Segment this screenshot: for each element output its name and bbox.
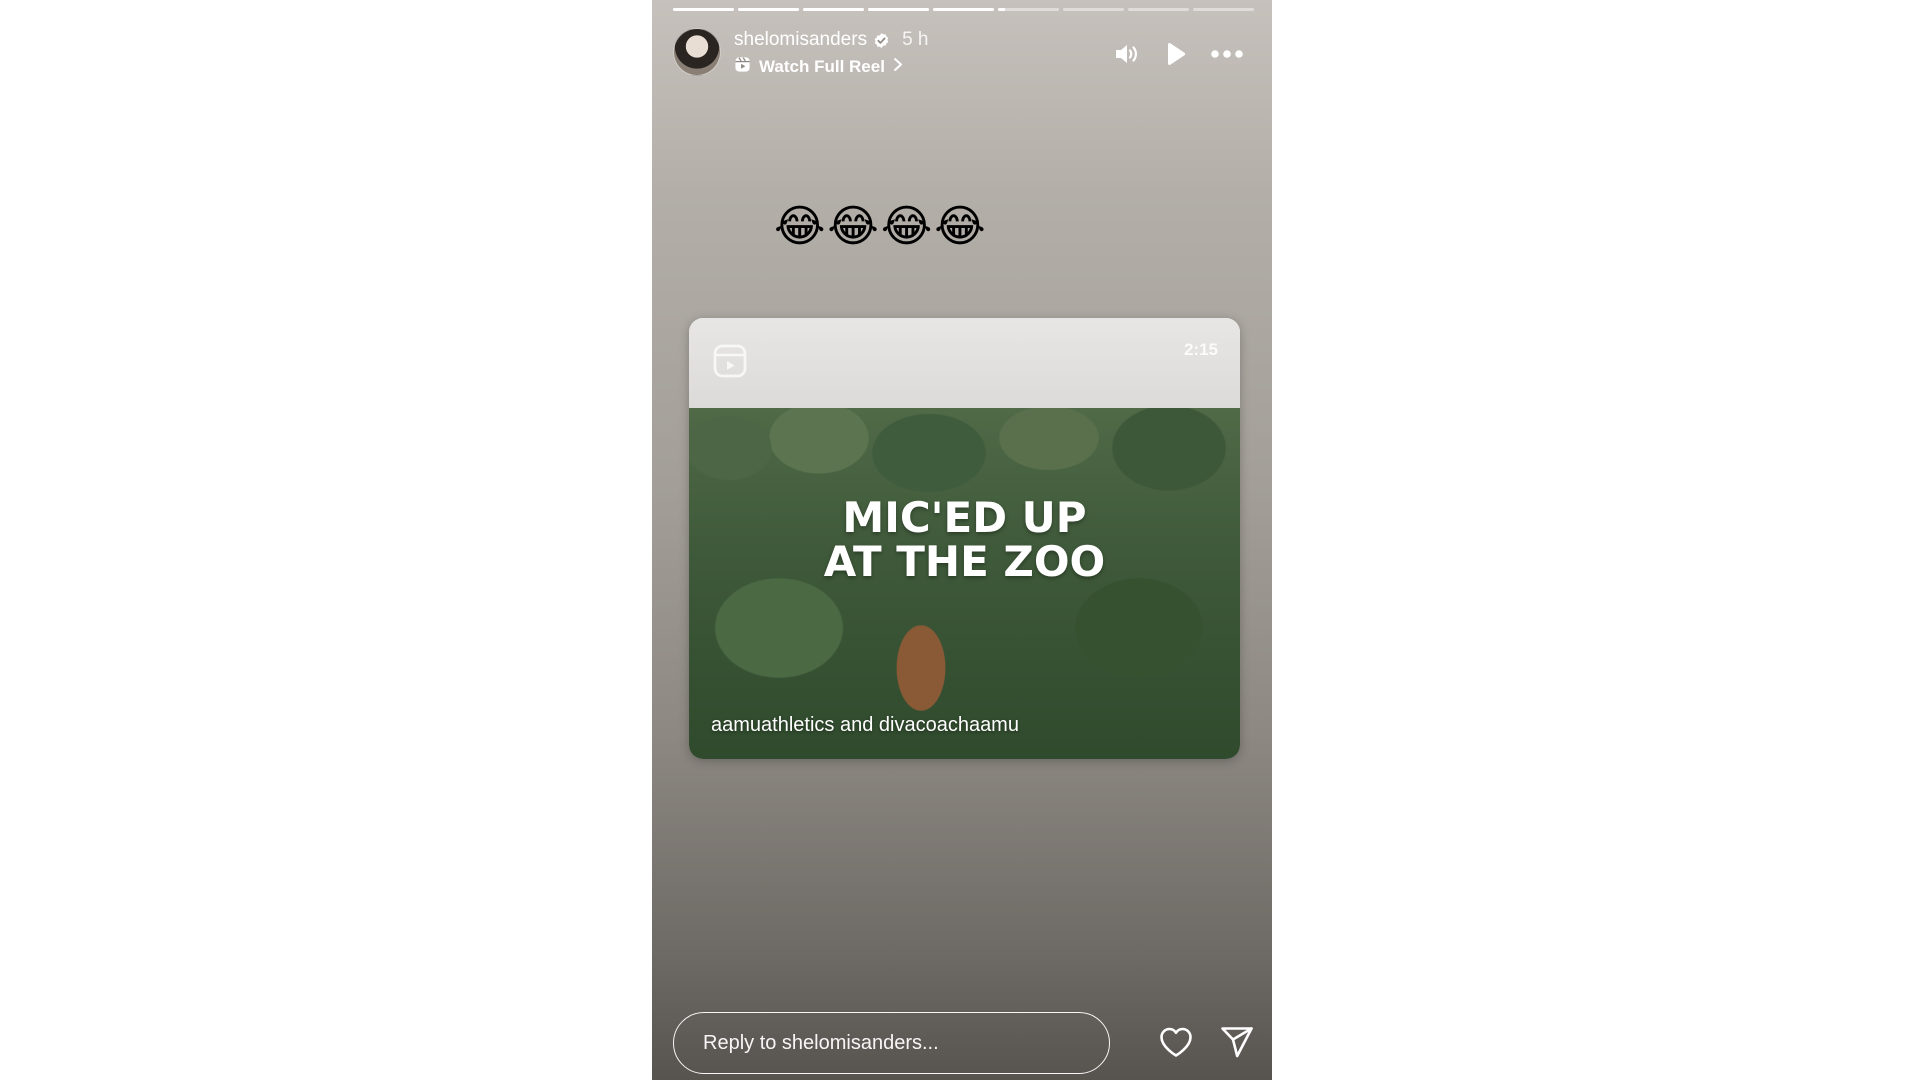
speaker-icon[interactable]	[1112, 40, 1140, 68]
reply-bar	[673, 1012, 1254, 1076]
username[interactable]: shelomisanders	[734, 29, 867, 51]
more-icon[interactable]	[1210, 49, 1244, 59]
story-progress-fill	[803, 8, 864, 11]
story-progress-segment	[933, 8, 994, 11]
reel-title: MIC'ED UP AT THE ZOO	[823, 493, 1106, 586]
username-row: shelomisanders 5 h	[734, 29, 929, 51]
reel-caption: aamuathletics and divacoachaamu	[711, 714, 1019, 736]
verified-badge-icon	[873, 32, 890, 49]
story-progress-bar	[673, 8, 1254, 11]
story-progress-segment	[868, 8, 929, 11]
story-progress-segment	[738, 8, 799, 11]
send-icon[interactable]	[1220, 1026, 1254, 1058]
avatar[interactable]	[673, 28, 721, 76]
story-progress-segment	[1063, 8, 1124, 11]
reply-actions	[1158, 1026, 1254, 1058]
heart-icon[interactable]	[1158, 1026, 1194, 1058]
reels-icon	[712, 343, 748, 379]
post-time: 5 h	[902, 29, 929, 50]
reply-input[interactable]	[673, 1012, 1110, 1074]
reel-duration: 2:15	[1183, 340, 1218, 359]
chevron-right-icon	[893, 57, 903, 77]
reel-share-card[interactable]: 2:15 MIC'ED UP AT THE ZOO aamuathletics …	[689, 318, 1240, 759]
story-progress-segment	[1128, 8, 1189, 11]
reels-icon	[734, 56, 751, 78]
emoji-sticker: 😂😂😂😂	[774, 202, 988, 251]
story-progress-fill	[868, 8, 929, 11]
story-progress-fill	[673, 8, 734, 11]
story-progress-segment	[1193, 8, 1254, 11]
play-icon[interactable]	[1162, 41, 1188, 67]
story-progress-fill	[738, 8, 799, 11]
story-header: shelomisanders 5 h Watch Full Reel	[673, 28, 1254, 80]
watch-full-reel-link[interactable]: Watch Full Reel	[734, 56, 903, 78]
story-controls	[1112, 40, 1244, 68]
story-progress-segment	[803, 8, 864, 11]
story-progress-fill	[933, 8, 994, 11]
story-viewer: shelomisanders 5 h Watch Full Reel 😂😂😂😂 …	[652, 0, 1272, 1080]
story-progress-fill	[998, 8, 1006, 11]
story-progress-segment	[673, 8, 734, 11]
story-progress-segment	[998, 8, 1059, 11]
watch-full-reel-label: Watch Full Reel	[759, 57, 885, 76]
